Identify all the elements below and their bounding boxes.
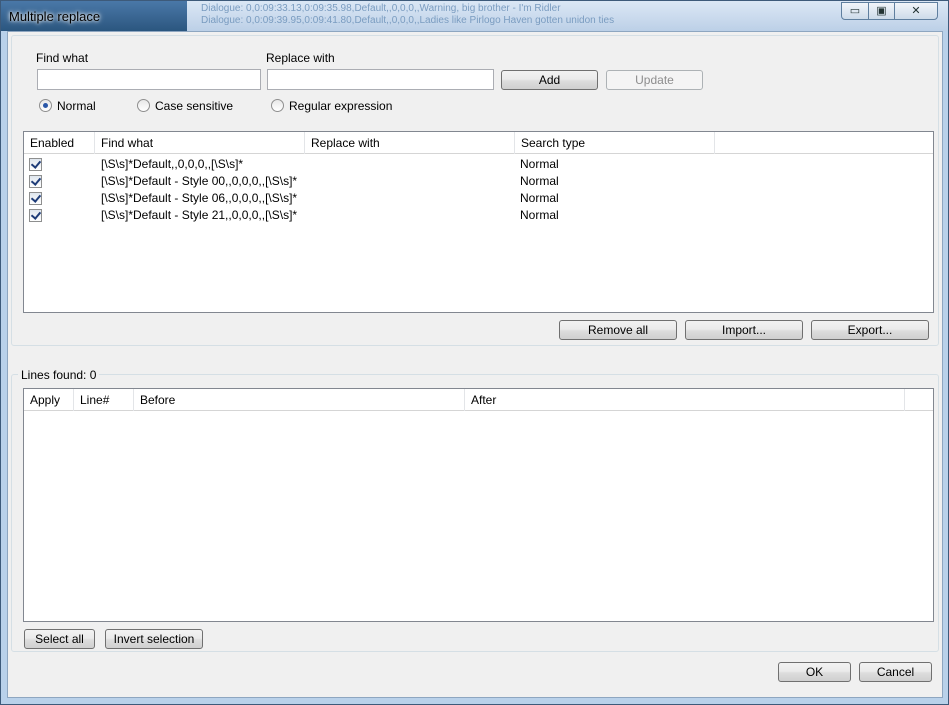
- remove-all-button[interactable]: Remove all: [559, 320, 677, 340]
- background-window-text: Dialogue: 0,0:09:33.13,0:09:35.98,Defaul…: [201, 3, 741, 27]
- column-apply[interactable]: Apply: [24, 389, 74, 411]
- column-before[interactable]: Before: [134, 389, 465, 411]
- export-button[interactable]: Export...: [811, 320, 929, 340]
- radio-case-sensitive-label: Case sensitive: [155, 99, 234, 113]
- column-find-what[interactable]: Find what: [95, 132, 305, 154]
- title-bar[interactable]: Dialogue: 0,0:09:33.13,0:09:35.98,Defaul…: [1, 1, 948, 31]
- enabled-checkbox[interactable]: [29, 175, 42, 188]
- rule-row[interactable]: [\S\s]*Default,,0,0,0,,[\S\s]* Normal: [24, 156, 933, 173]
- minimize-button[interactable]: ▭: [841, 2, 869, 20]
- column-line-number[interactable]: Line#: [74, 389, 134, 411]
- minimize-icon: ▭: [849, 5, 861, 17]
- update-button[interactable]: Update: [606, 70, 703, 90]
- column-search-type[interactable]: Search type: [515, 132, 715, 154]
- rule-row[interactable]: [\S\s]*Default - Style 21,,0,0,0,,[\S\s]…: [24, 207, 933, 224]
- column-after[interactable]: After: [465, 389, 905, 411]
- enabled-checkbox[interactable]: [29, 192, 42, 205]
- rule-search-type: Normal: [520, 157, 559, 171]
- radio-normal-label: Normal: [57, 99, 96, 113]
- rules-list-header: Enabled Find what Replace with Search ty…: [24, 132, 933, 154]
- ok-button[interactable]: OK: [778, 662, 851, 682]
- window-title: Multiple replace: [9, 9, 101, 24]
- close-button[interactable]: ✕: [894, 2, 938, 20]
- enabled-checkbox[interactable]: [29, 158, 42, 171]
- cancel-button[interactable]: Cancel: [859, 662, 932, 682]
- maximize-icon: ▣: [876, 5, 887, 17]
- enabled-checkbox[interactable]: [29, 209, 42, 222]
- rule-search-type: Normal: [520, 174, 559, 188]
- lines-found-label: Lines found: 0: [18, 368, 100, 382]
- rules-list[interactable]: Enabled Find what Replace with Search ty…: [23, 131, 934, 313]
- find-what-label: Find what: [36, 51, 89, 65]
- invert-selection-button[interactable]: Invert selection: [105, 629, 203, 649]
- add-button[interactable]: Add: [501, 70, 598, 90]
- rule-find-what: [\S\s]*Default - Style 00,,0,0,0,,[\S\s]…: [101, 174, 298, 188]
- replace-with-input[interactable]: [267, 69, 494, 90]
- multiple-replace-window: Dialogue: 0,0:09:33.13,0:09:35.98,Defaul…: [0, 0, 949, 705]
- close-icon: ✕: [911, 5, 921, 17]
- rule-find-what: [\S\s]*Default,,0,0,0,,[\S\s]*: [101, 157, 244, 171]
- rule-find-what: [\S\s]*Default - Style 06,,0,0,0,,[\S\s]…: [101, 191, 298, 205]
- results-list[interactable]: Apply Line# Before After: [23, 388, 934, 622]
- radio-case-sensitive[interactable]: [137, 99, 150, 112]
- dialog-client-area: Find what Replace with Add Update Normal…: [7, 31, 943, 698]
- background-line: Dialogue: 0,0:09:39.95,0:09:41.80,Defaul…: [201, 15, 615, 26]
- select-all-button[interactable]: Select all: [24, 629, 95, 649]
- rule-search-type: Normal: [520, 191, 559, 205]
- results-list-header: Apply Line# Before After: [24, 389, 933, 411]
- maximize-button[interactable]: ▣: [868, 2, 895, 20]
- rule-row[interactable]: [\S\s]*Default - Style 00,,0,0,0,,[\S\s]…: [24, 173, 933, 190]
- rule-search-type: Normal: [520, 208, 559, 222]
- radio-regular-expression[interactable]: [271, 99, 284, 112]
- background-line: Dialogue: 0,0:09:33.13,0:09:35.98,Defaul…: [201, 3, 561, 14]
- rule-find-what: [\S\s]*Default - Style 21,,0,0,0,,[\S\s]…: [101, 208, 298, 222]
- replace-with-label: Replace with: [266, 51, 335, 65]
- rule-row[interactable]: [\S\s]*Default - Style 06,,0,0,0,,[\S\s]…: [24, 190, 933, 207]
- radio-normal[interactable]: [39, 99, 52, 112]
- find-what-input[interactable]: [37, 69, 261, 90]
- column-replace-with[interactable]: Replace with: [305, 132, 515, 154]
- column-enabled[interactable]: Enabled: [24, 132, 95, 154]
- import-button[interactable]: Import...: [685, 320, 803, 340]
- radio-regular-expression-label: Regular expression: [289, 99, 393, 113]
